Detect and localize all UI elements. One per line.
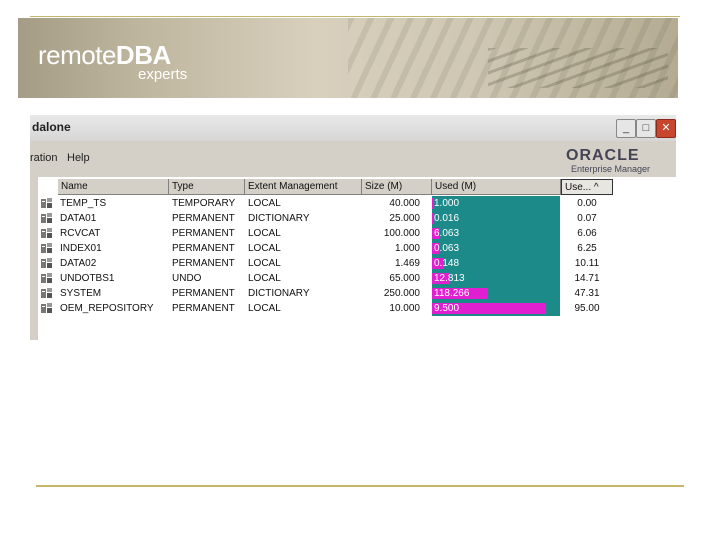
cell-used: 0.063 xyxy=(434,243,460,254)
cell-type: TEMPORARY xyxy=(172,198,236,209)
logo-text: remote xyxy=(38,40,116,70)
cell-extent-management: LOCAL xyxy=(248,258,281,269)
cell-type: PERMANENT xyxy=(172,243,235,254)
cell-used: 0.016 xyxy=(434,213,460,224)
cell-use-percent: 95.00 xyxy=(574,303,600,314)
cell-use-percent: 0.07 xyxy=(577,213,597,224)
cell-use-percent: 6.25 xyxy=(577,243,597,254)
cell-name: RCVCAT xyxy=(60,228,101,239)
menu-item-help[interactable]: Help xyxy=(67,152,90,164)
title-bar: dalone _ □ ✕ xyxy=(30,115,676,141)
column-header-use-percent[interactable]: Use... ^ xyxy=(561,179,613,195)
cell-size: 250.000 xyxy=(383,288,420,299)
cell-extent-management: LOCAL xyxy=(248,198,281,209)
cell-type: PERMANENT xyxy=(172,213,235,224)
tablespace-icon xyxy=(41,288,52,298)
cell-size: 65.000 xyxy=(389,273,420,284)
minimize-button[interactable]: _ xyxy=(616,119,636,138)
tablespace-icon xyxy=(41,258,52,268)
cell-used: 0.148 xyxy=(434,258,460,269)
column-header-used[interactable]: Used (M) xyxy=(432,179,561,195)
cell-size: 40.000 xyxy=(389,198,420,209)
tablespace-icon xyxy=(41,273,52,283)
bottom-divider xyxy=(36,485,684,487)
table-row[interactable]: UNDOTBS1 UNDO LOCAL 65.000 12.813 14.71 xyxy=(38,271,676,286)
cell-use-percent: 0.00 xyxy=(577,198,597,209)
cell-use-percent: 47.31 xyxy=(574,288,600,299)
table-row[interactable]: INDEX01 PERMANENT LOCAL 1.000 0.063 6.25 xyxy=(38,241,676,256)
cell-type: PERMANENT xyxy=(172,288,235,299)
table-row[interactable]: DATA02 PERMANENT LOCAL 1.469 0.148 10.11 xyxy=(38,256,676,271)
cell-name: SYSTEM xyxy=(60,288,102,299)
column-header-name[interactable]: Name xyxy=(58,179,169,195)
header-banner: remoteDBA experts xyxy=(18,18,678,98)
cell-extent-management: LOCAL xyxy=(248,228,281,239)
cell-type: PERMANENT xyxy=(172,228,235,239)
cell-used: 1.000 xyxy=(434,198,460,209)
cell-use-percent: 14.71 xyxy=(574,273,600,284)
table-row[interactable]: OEM_REPOSITORY PERMANENT LOCAL 10.000 9.500 9… xyxy=(38,301,676,316)
cell-size: 1.469 xyxy=(394,258,420,269)
cell-type: UNDO xyxy=(172,273,202,284)
logo-subtitle: experts xyxy=(138,66,188,83)
tablespace-icon xyxy=(41,198,52,208)
maximize-button[interactable]: □ xyxy=(636,119,656,138)
cell-type: PERMANENT xyxy=(172,303,235,314)
oracle-logo: ORACLE xyxy=(566,147,640,164)
table-row[interactable]: TEMP_TS TEMPORARY LOCAL 40.000 1.000 0.00 xyxy=(38,196,676,211)
cell-extent-management: DICTIONARY xyxy=(248,213,310,224)
top-divider xyxy=(30,16,680,17)
cell-used: 9.500 xyxy=(434,303,460,314)
column-header-type[interactable]: Type xyxy=(169,179,245,195)
close-button[interactable]: ✕ xyxy=(656,119,676,138)
cell-used: 6.063 xyxy=(434,228,460,239)
tablespace-icon xyxy=(41,213,52,223)
cell-size: 25.000 xyxy=(389,213,420,224)
cell-name: OEM_REPOSITORY xyxy=(60,303,154,314)
cell-size: 10.000 xyxy=(389,303,420,314)
banner-decoration xyxy=(488,48,668,88)
cell-name: TEMP_TS xyxy=(60,198,107,209)
tablespace-icon xyxy=(41,243,52,253)
menu-bar: ration Help ORACLE Enterprise Manager xyxy=(30,141,676,177)
cell-name: DATA02 xyxy=(60,258,97,269)
cell-extent-management: DICTIONARY xyxy=(248,288,310,299)
cell-name: INDEX01 xyxy=(60,243,102,254)
window-title: dalone xyxy=(32,120,71,134)
cell-size: 1.000 xyxy=(394,243,420,254)
table-row[interactable]: SYSTEM PERMANENT DICTIONARY 250.000 118.266 4… xyxy=(38,286,676,301)
cell-extent-management: LOCAL xyxy=(248,303,281,314)
cell-extent-management: LOCAL xyxy=(248,243,281,254)
cell-name: DATA01 xyxy=(60,213,97,224)
tablespace-grid: Name Type Extent Management Size (M) Use… xyxy=(38,177,676,340)
cell-extent-management: LOCAL xyxy=(248,273,281,284)
cell-used: 12.813 xyxy=(434,273,465,284)
cell-name: UNDOTBS1 xyxy=(60,273,115,284)
column-header-extent-management[interactable]: Extent Management xyxy=(245,179,362,195)
tablespace-window: dalone _ □ ✕ ration Help ORACLE Enterpri… xyxy=(30,115,676,340)
tablespace-icon xyxy=(41,303,52,313)
oracle-logo-subtitle: Enterprise Manager xyxy=(571,164,651,174)
cell-size: 100.000 xyxy=(383,228,420,239)
cell-use-percent: 10.11 xyxy=(574,258,600,269)
tablespace-icon xyxy=(41,228,52,238)
table-row[interactable]: RCVCAT PERMANENT LOCAL 100.000 6.063 6.06 xyxy=(38,226,676,241)
cell-type: PERMANENT xyxy=(172,258,235,269)
menu-item-operation[interactable]: ration xyxy=(30,152,58,164)
cell-used: 118.266 xyxy=(434,288,470,299)
table-row[interactable]: DATA01 PERMANENT DICTIONARY 25.000 0.016 0.07 xyxy=(38,211,676,226)
cell-use-percent: 6.06 xyxy=(577,228,597,239)
column-header-size[interactable]: Size (M) xyxy=(362,179,432,195)
